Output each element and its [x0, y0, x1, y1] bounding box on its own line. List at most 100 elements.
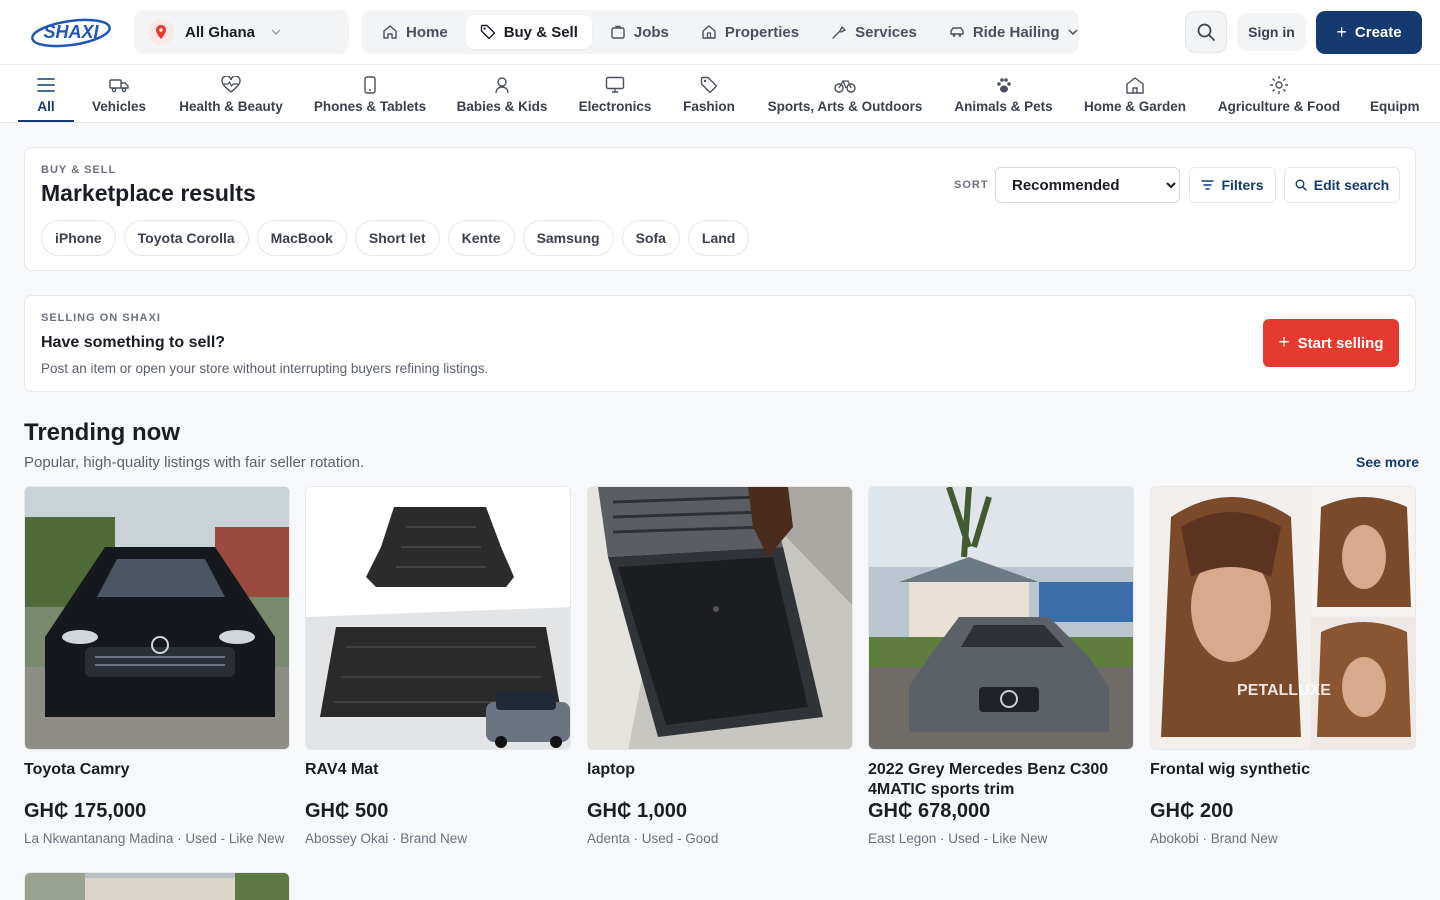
listing-image[interactable]	[24, 872, 290, 900]
listing-title: 2022 Grey Mercedes Benz C300 4MATIC spor…	[868, 761, 1109, 798]
chip-kente[interactable]: Kente	[447, 220, 515, 256]
bicycle-icon	[834, 75, 856, 95]
menu-icon	[37, 75, 55, 95]
location-selector[interactable]: All Ghana	[134, 10, 349, 54]
trending-title: Trending now	[24, 419, 180, 446]
category-fashion[interactable]: Fashion	[682, 65, 736, 122]
listing-title: RAV4 Mat	[305, 761, 379, 778]
create-button[interactable]: + Create	[1316, 11, 1422, 54]
tab-jobs[interactable]: Jobs	[596, 15, 683, 49]
chip-sofa[interactable]: Sofa	[621, 220, 680, 256]
house-icon	[1125, 75, 1145, 95]
chip-toyota-corolla[interactable]: Toyota Corolla	[123, 220, 249, 256]
listing-card[interactable]: 2022 Grey Mercedes Benz C300 4MATIC spor…	[868, 486, 1134, 846]
chip-land[interactable]: Land	[687, 220, 750, 256]
search-icon	[1197, 23, 1215, 41]
tab-ride-hailing[interactable]: Ride Hailing	[935, 15, 1092, 49]
tab-buy-sell[interactable]: Buy & Sell	[465, 15, 592, 49]
tab-buy-sell-label: Buy & Sell	[503, 23, 578, 41]
category-label: Electronics	[578, 99, 652, 114]
category-sports-arts-outdoors[interactable]: Sports, Arts & Outdoors	[765, 65, 925, 122]
sell-title: Have something to sell?	[41, 334, 226, 351]
plus-icon: +	[1278, 332, 1290, 353]
search-button[interactable]	[1185, 11, 1227, 53]
sell-banner: SELLING ON SHAXI Have something to sell?…	[24, 295, 1416, 392]
listing-image[interactable]	[587, 486, 853, 750]
listing-meta: La Nkwantanang Madina · Used - Like New	[24, 831, 285, 846]
listing-meta: Adenta · Used - Good	[587, 831, 719, 846]
listing-image[interactable]	[868, 486, 1134, 750]
category-phones-tablets[interactable]: Phones & Tablets	[313, 65, 427, 122]
signin-button[interactable]: Sign in	[1237, 13, 1306, 51]
filters-button[interactable]: Filters	[1189, 167, 1276, 203]
category-agriculture-food[interactable]: Agriculture & Food	[1216, 65, 1342, 122]
sell-description: Post an item or open your store without …	[41, 361, 489, 376]
heart-pulse-icon	[220, 75, 242, 95]
monitor-icon	[605, 75, 625, 95]
sort-label: SORT	[954, 179, 989, 191]
tab-properties[interactable]: Properties	[687, 15, 813, 49]
listing-meta: East Legon · Used - Like New	[868, 831, 1048, 846]
trending-subtitle: Popular, high-quality listings with fair…	[24, 454, 365, 471]
listing-meta: Abossey Okai · Brand New	[305, 831, 468, 846]
listing-card[interactable]: RAV4 Mat GH₵ 500 Abossey Okai · Brand Ne…	[305, 486, 571, 846]
start-selling-button[interactable]: + Start selling	[1263, 319, 1399, 367]
listing-title: Toyota Camry	[24, 761, 130, 778]
category-all[interactable]: All	[18, 65, 74, 122]
truck-icon	[109, 75, 129, 95]
category-health-beauty[interactable]: Health & Beauty	[177, 65, 285, 122]
edit-search-button[interactable]: Edit search	[1284, 167, 1400, 203]
category-home-garden[interactable]: Home & Garden	[1082, 65, 1188, 122]
category-babies-kids[interactable]: Babies & Kids	[456, 65, 548, 122]
chip-samsung[interactable]: Samsung	[522, 220, 614, 256]
start-selling-label: Start selling	[1297, 334, 1384, 352]
category-label: Equipm	[1370, 99, 1420, 114]
category-label: All	[37, 99, 55, 114]
category-equipment[interactable]: Equipm	[1370, 65, 1440, 122]
tools-icon	[832, 25, 847, 39]
filters-label: Filters	[1221, 177, 1264, 193]
category-label: Animals & Pets	[954, 99, 1053, 114]
svg-text:SHAXI: SHAXI	[43, 22, 99, 42]
shaxi-logo[interactable]: SHAXI	[30, 14, 112, 48]
map-pin-icon	[148, 19, 174, 45]
category-label: Babies & Kids	[456, 99, 548, 114]
chip-macbook[interactable]: MacBook	[256, 220, 347, 256]
category-bar: All Vehicles Health & Beauty Phones & Ta…	[0, 65, 1440, 123]
category-label: Home & Garden	[1083, 99, 1187, 114]
sort-select[interactable]: Recommended	[995, 167, 1180, 203]
category-electronics[interactable]: Electronics	[576, 65, 654, 122]
listing-image[interactable]	[24, 486, 290, 750]
edit-search-label: Edit search	[1313, 177, 1390, 193]
see-more-link[interactable]: See more	[1356, 454, 1419, 470]
tab-jobs-label: Jobs	[633, 23, 669, 41]
category-label: Fashion	[683, 99, 735, 114]
tab-home[interactable]: Home	[368, 15, 462, 49]
search-icon	[1295, 179, 1307, 191]
chevron-down-icon	[1067, 29, 1078, 35]
listing-card[interactable]: PETALLUXE Frontal wig synthetic GH₵ 200 …	[1150, 486, 1416, 846]
briefcase-icon	[611, 25, 625, 39]
main-nav: Home Buy & Sell Jobs Properties Services…	[362, 10, 1079, 54]
category-label: Sports, Arts & Outdoors	[767, 99, 923, 114]
phone-icon	[364, 75, 376, 95]
listing-image[interactable]	[305, 486, 571, 750]
create-label: Create	[1354, 24, 1402, 41]
chip-iphone[interactable]: iPhone	[41, 220, 116, 256]
listing-image[interactable]: PETALLUXE	[1150, 486, 1416, 750]
tab-services[interactable]: Services	[817, 15, 931, 49]
quick-search-chips: iPhone Toyota Corolla MacBook Short let …	[41, 220, 757, 256]
chip-short-let[interactable]: Short let	[354, 220, 440, 256]
category-vehicles[interactable]: Vehicles	[87, 65, 151, 122]
category-animals-pets[interactable]: Animals & Pets	[954, 65, 1053, 122]
plus-icon: +	[1336, 22, 1347, 42]
listing-title: Frontal wig synthetic	[1150, 761, 1311, 778]
listing-card[interactable]: laptop GH₵ 1,000 Adenta · Used - Good	[587, 486, 853, 846]
listing-price: GH₵ 175,000	[24, 800, 147, 822]
page-title: Marketplace results	[41, 180, 256, 206]
tab-properties-label: Properties	[724, 23, 800, 41]
person-icon	[494, 75, 510, 95]
listing-meta: Abokobi · Brand New	[1150, 831, 1278, 846]
listing-card[interactable]: Toyota Camry GH₵ 175,000 La Nkwantanang …	[24, 486, 290, 846]
listing-price: GH₵ 678,000	[868, 800, 991, 822]
